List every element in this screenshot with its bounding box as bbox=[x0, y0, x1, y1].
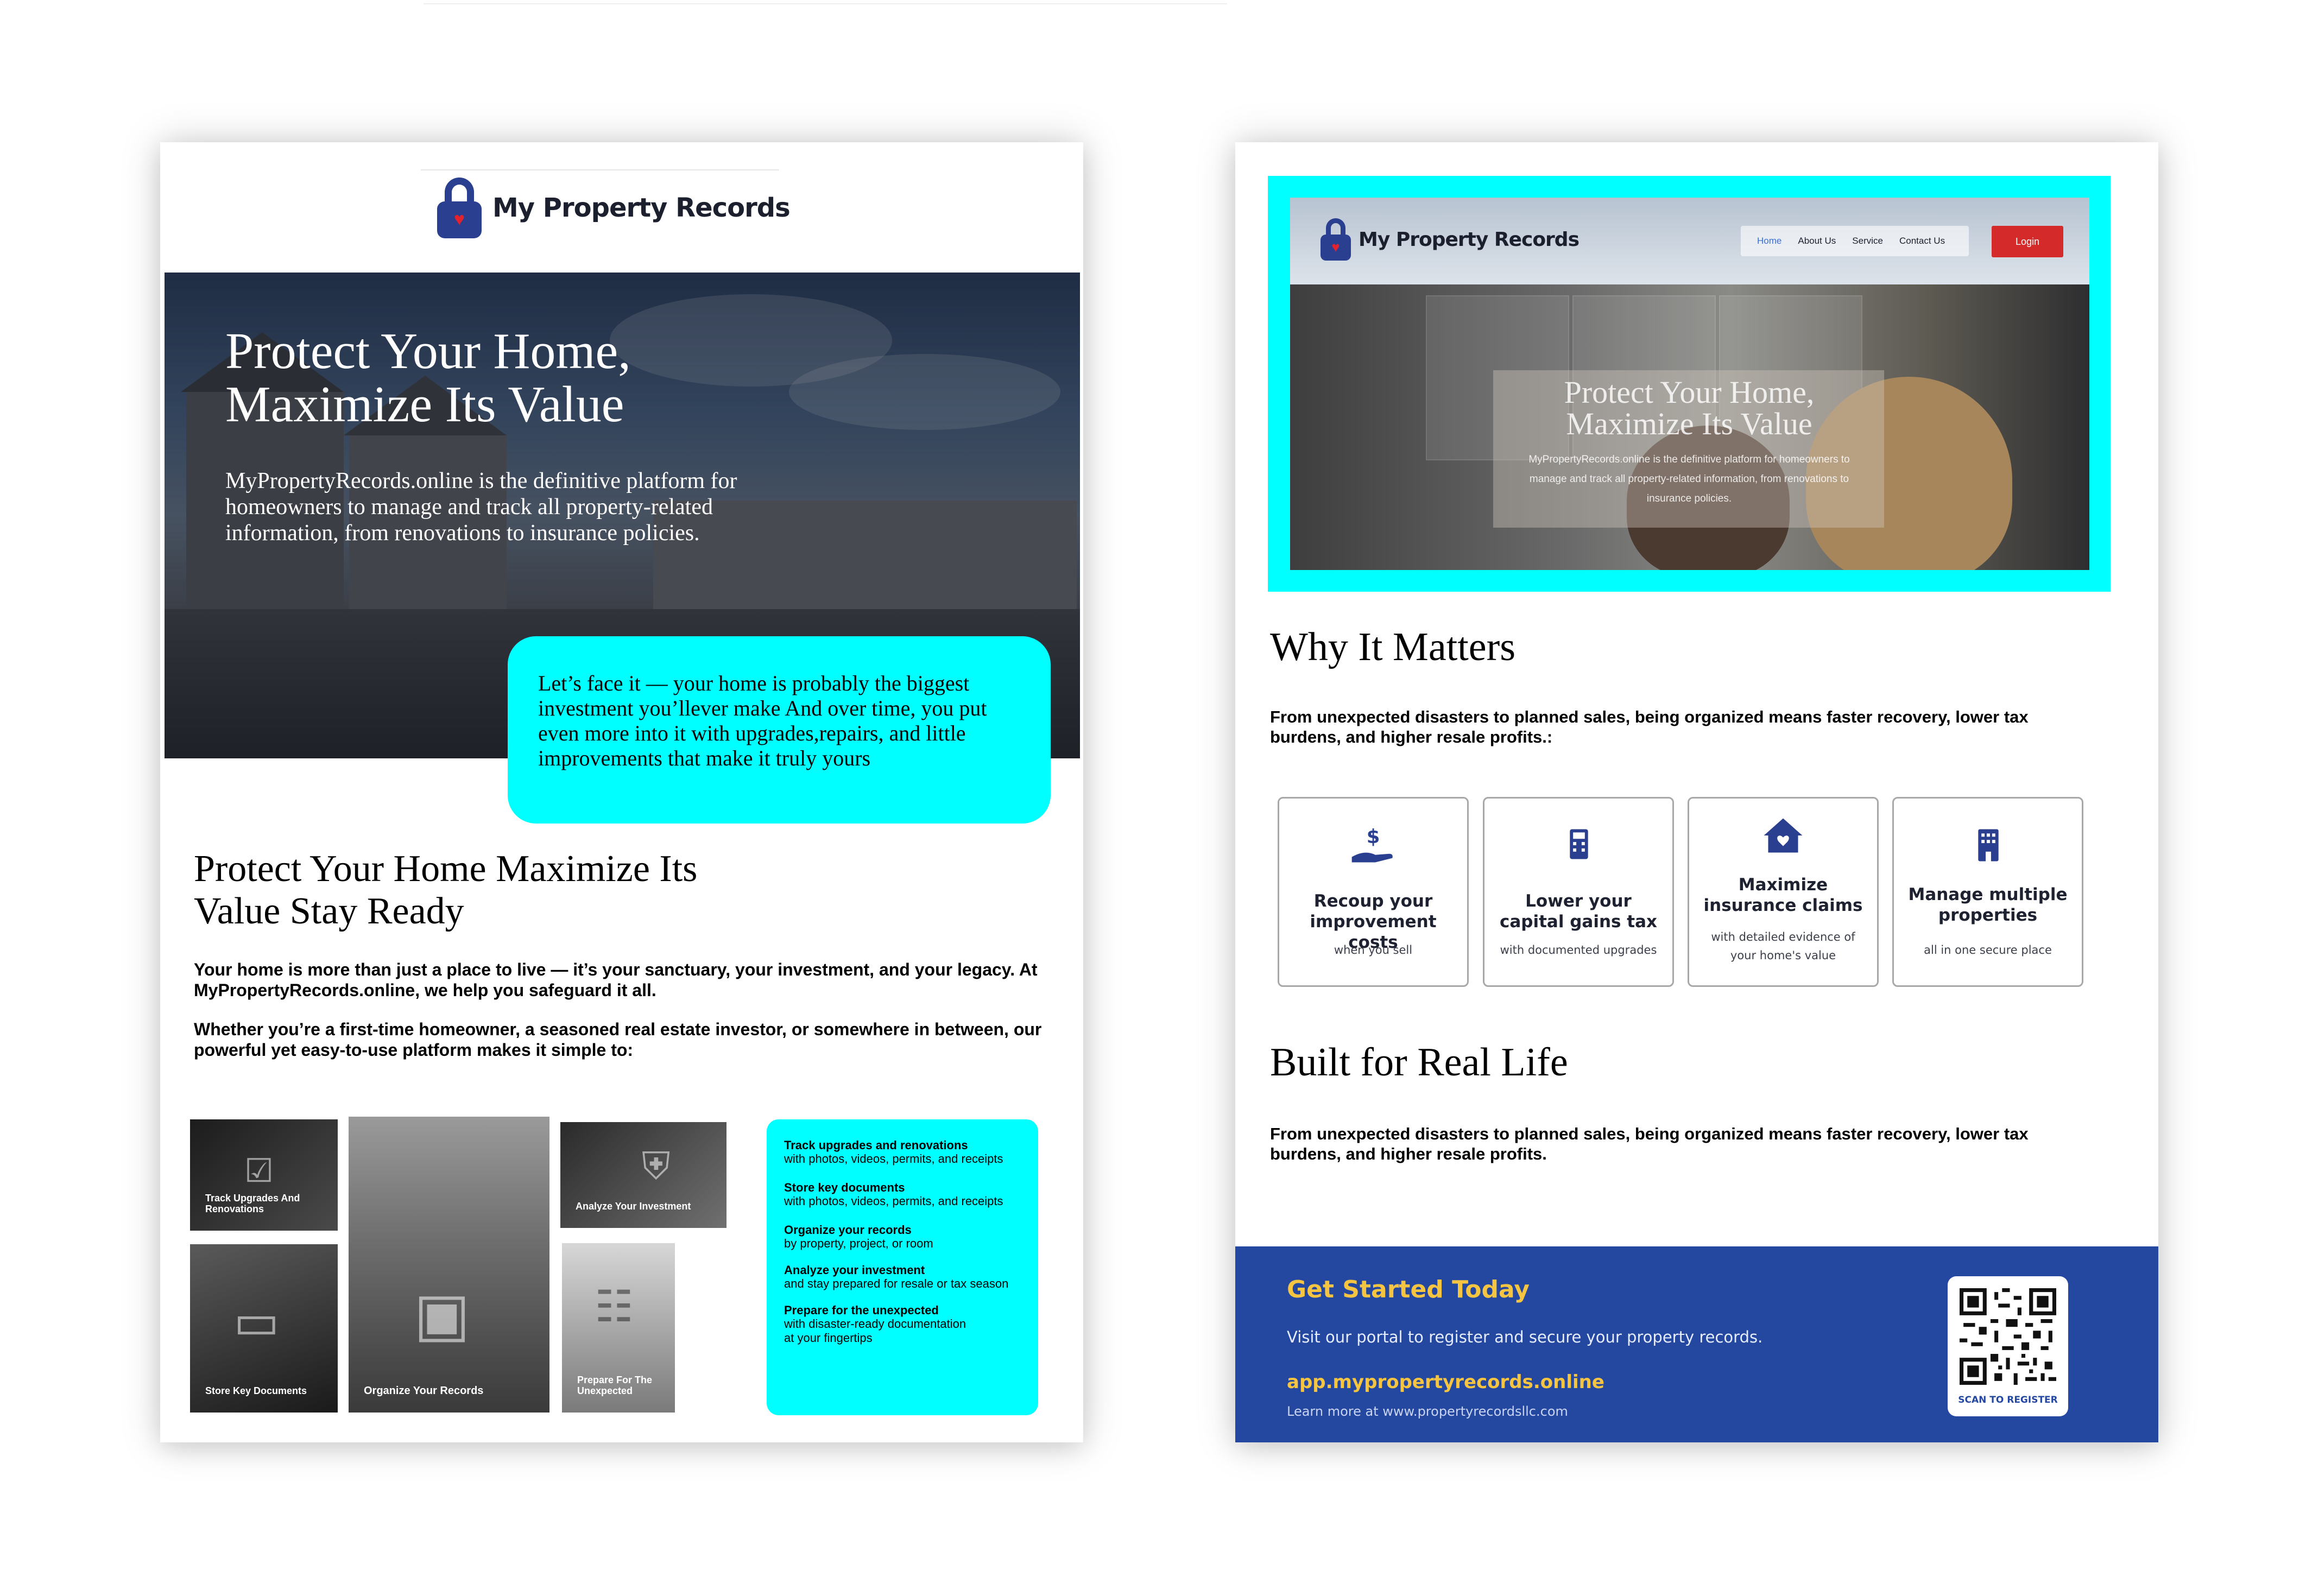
built-paragraph: From unexpected disasters to planned sal… bbox=[1270, 1124, 2029, 1163]
shield-icon: ⛨ bbox=[642, 1144, 671, 1188]
callout-box: Let’s face it — your home is probably th… bbox=[508, 636, 1051, 824]
login-button[interactable]: Login bbox=[1992, 226, 2063, 257]
why-paragraph: From unexpected disasters to planned sal… bbox=[1270, 707, 2029, 746]
cta-text: Visit our portal to register and secure … bbox=[1287, 1328, 1763, 1346]
cta-title: Get Started Today bbox=[1287, 1276, 1530, 1303]
tile-track-upgrades: ☑ Track Upgrades And Renovations bbox=[190, 1119, 338, 1231]
tile-analyze-investment: ⛨ Analyze Your Investment bbox=[560, 1122, 726, 1228]
cta-footer: Get Started Today Visit our portal to re… bbox=[1235, 1246, 2158, 1442]
intro-paragraph: Your home is more than just a place to l… bbox=[194, 960, 1038, 1000]
qr-code-icon bbox=[1960, 1288, 2056, 1385]
learn-more-link[interactable]: Learn more at www.propertyrecordsllc.com bbox=[1287, 1404, 1568, 1419]
nav-service[interactable]: Service bbox=[1852, 236, 1883, 246]
hand-dollar-icon: $ bbox=[1351, 826, 1393, 863]
built-heading: Built for Real Life bbox=[1270, 1040, 1568, 1085]
site-hero-photo: Protect Your Home, Maximize Its Value My… bbox=[1290, 284, 2089, 570]
list-item: Track upgrades and renovations with phot… bbox=[784, 1138, 1003, 1166]
benefit-card: Lower your capital gains tax with docume… bbox=[1483, 797, 1674, 987]
website-preview-frame: ♥ My Property Records Home About Us Serv… bbox=[1268, 176, 2111, 592]
list-item: Store key documents with photos, videos,… bbox=[784, 1181, 1003, 1208]
feature-list: Track upgrades and renovations with phot… bbox=[767, 1119, 1038, 1415]
building-icon bbox=[1978, 829, 1999, 862]
calculator-icon bbox=[1570, 829, 1588, 859]
hero-title: Protect Your Home, Maximize Its Value bbox=[225, 323, 631, 433]
nav-about[interactable]: About Us bbox=[1798, 236, 1836, 246]
portal-link[interactable]: app.mypropertyrecords.online bbox=[1287, 1371, 1604, 1393]
checklist-icon: ☑ bbox=[244, 1152, 274, 1190]
brand-logo: ♥ My Property Records bbox=[437, 178, 791, 238]
benefit-card: Manage multiple properties all in one se… bbox=[1892, 797, 2083, 987]
hero-description: MyPropertyRecords.online is the definiti… bbox=[225, 468, 737, 546]
qr-code-card[interactable]: SCAN TO REGISTER bbox=[1948, 1276, 2068, 1416]
benefit-card: $ Recoup your improvement costs when you… bbox=[1278, 797, 1469, 987]
list-item: Organize your records by property, proje… bbox=[784, 1223, 933, 1251]
nav-home[interactable]: Home bbox=[1757, 236, 1781, 246]
site-navbar: ♥ My Property Records Home About Us Serv… bbox=[1290, 198, 2089, 284]
tile-organize-records: ▣ Organize Your Records bbox=[349, 1117, 549, 1413]
why-heading: Why It Matters bbox=[1270, 625, 1516, 669]
brochure-page-left: ♥ My Property Records Protect Your Home,… bbox=[160, 142, 1083, 1442]
site-menu: Home About Us Service Contact Us bbox=[1741, 226, 1969, 256]
tile-prepare-unexpected: ☷ Prepare For The Unexpected bbox=[562, 1243, 675, 1413]
tile-store-documents: ▭ Store Key Documents bbox=[190, 1244, 338, 1413]
site-hero-text: MyPropertyRecords.online is the definiti… bbox=[1528, 454, 1850, 504]
header-divider bbox=[421, 169, 779, 170]
boxes-icon: ▣ bbox=[414, 1280, 470, 1349]
benefit-card: Maximize insurance claims with detailed … bbox=[1688, 797, 1879, 987]
nav-contact[interactable]: Contact Us bbox=[1899, 236, 1945, 246]
site-logo: ♥ My Property Records bbox=[1321, 218, 1580, 261]
website-preview: ♥ My Property Records Home About Us Serv… bbox=[1290, 198, 2089, 570]
section-heading: Protect Your Home Maximize Its Value Sta… bbox=[194, 848, 698, 932]
list-item: Prepare for the unexpected with disaster… bbox=[784, 1303, 966, 1345]
site-hero-title: Protect Your Home, Maximize Its Value bbox=[1564, 375, 1815, 441]
brand-name: My Property Records bbox=[492, 193, 791, 223]
svg-text:$: $ bbox=[1367, 826, 1380, 848]
brochure-page-right: ♥ My Property Records Home About Us Serv… bbox=[1235, 142, 2158, 1442]
list-item: Analyze your investment and stay prepare… bbox=[784, 1263, 1009, 1291]
audience-paragraph: Whether you’re a first-time homeowner, a… bbox=[194, 1019, 1042, 1060]
top-divider bbox=[424, 3, 1227, 4]
padlock-heart-icon: ♥ bbox=[437, 178, 482, 238]
padlock-heart-icon: ♥ bbox=[1321, 218, 1351, 261]
tablet-icon: ▭ bbox=[233, 1293, 280, 1350]
ladder-icon: ☷ bbox=[595, 1281, 634, 1332]
qr-caption: SCAN TO REGISTER bbox=[1958, 1395, 2058, 1405]
house-icon bbox=[1764, 818, 1803, 853]
